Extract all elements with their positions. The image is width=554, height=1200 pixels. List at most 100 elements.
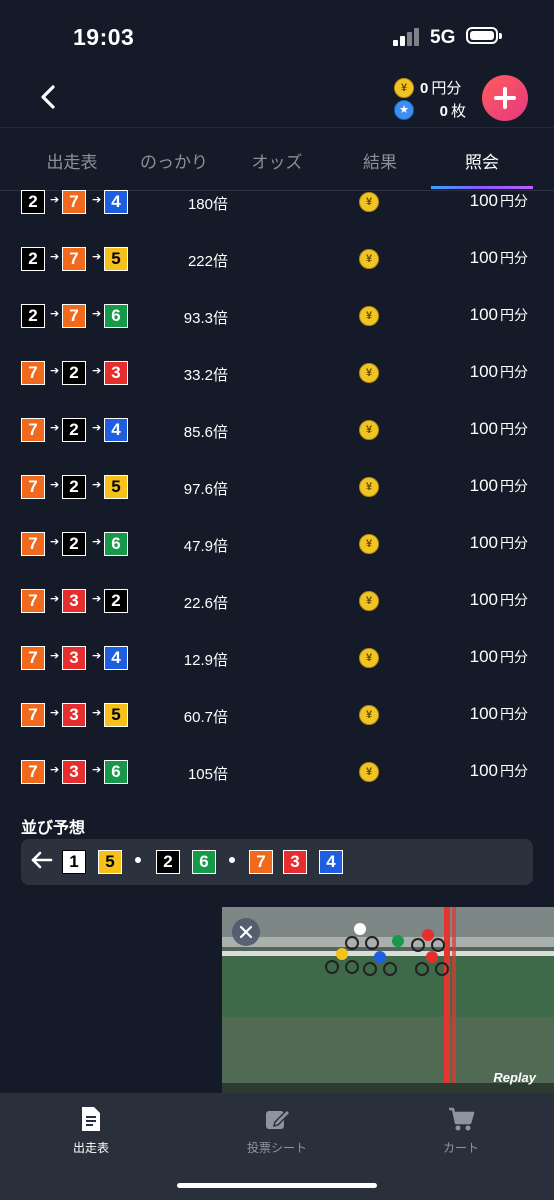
bet-row[interactable]: 7 ➔ 3 ➔ 4 12.9倍 ¥100 円分 [0,646,554,703]
odds-value: 222倍 [187,253,228,270]
back-chevron-icon[interactable] [34,82,64,112]
odds-value: 93.3倍 [183,310,228,327]
bike-number-box: 7 [21,361,45,385]
line-prediction-box[interactable]: 1 5 2 6 7 3 4 [21,839,533,885]
yen-balance: 0 円分 [420,80,462,97]
battery-icon [466,27,502,44]
bet-row[interactable]: 7 ➔ 2 ➔ 5 97.6倍 ¥100 円分 [0,475,554,532]
arrow-right-icon: ➔ [92,308,102,320]
line-number-5: 5 [98,850,122,874]
bike-number-box: 2 [62,532,86,556]
amount-unit: 円分 [500,592,528,608]
tab-inquiry[interactable]: 照会 [427,148,537,173]
line-number-4: 4 [319,850,343,874]
bet-amount: 100 円分 [440,704,528,724]
yen-coin-icon: ¥ [359,534,379,554]
bike-number-box: 3 [104,361,128,385]
nav-bet-sheet[interactable]: 投票シート [207,1093,347,1163]
bet-row[interactable]: 7 ➔ 2 ➔ 3 33.2倍 ¥100 円分 [0,361,554,418]
yen-coin-icon: ¥ [359,762,379,782]
edit-sheet-icon [266,1108,291,1129]
bet-amount: 100 円分 [440,305,528,325]
bike-number-box: 3 [62,703,86,727]
amount-unit: 円分 [500,649,528,665]
bet-row[interactable]: 7 ➔ 3 ➔ 6 105倍 ¥100 円分 [0,760,554,817]
bike-number-box: 5 [104,247,128,271]
bet-row[interactable]: 2 ➔ 7 ➔ 6 93.3倍 ¥100 円分 [0,304,554,361]
amount-value: 100 [469,191,498,210]
race-video-player[interactable]: Replay [222,907,554,1093]
bet-amount: 100 円分 [440,476,528,496]
bet-amount: 100 円分 [440,590,528,610]
amount-unit: 円分 [500,421,528,437]
amount-unit: 円分 [500,478,528,494]
arrow-right-icon: ➔ [50,536,60,548]
close-icon [239,925,253,939]
yen-coin-icon: ¥ [359,306,379,326]
yen-coin-icon: ¥ [359,249,379,269]
bet-row[interactable]: 7 ➔ 3 ➔ 2 22.6倍 ¥100 円分 [0,589,554,646]
odds-value: 105倍 [187,766,228,783]
nav-cart[interactable]: カート [391,1093,531,1163]
bet-row[interactable]: 7 ➔ 2 ➔ 4 85.6倍 ¥100 円分 [0,418,554,475]
arrow-right-icon: ➔ [92,365,102,377]
odds-value: 47.9倍 [183,538,228,555]
bike-number-box: 7 [21,532,45,556]
tab-results[interactable]: 結果 [325,148,435,173]
bike-number-box: 2 [62,475,86,499]
bike-number-box: 2 [62,418,86,442]
tab-entry-list[interactable]: 出走表 [17,148,127,173]
bike-number-box: 7 [21,760,45,784]
add-funds-button[interactable] [482,75,528,121]
bike-number-box: 5 [104,703,128,727]
active-tab-indicator [431,186,533,189]
tab-nokkari[interactable]: のっかり [119,148,229,173]
cellular-signal-icon [393,28,423,46]
bike-number-box: 2 [62,361,86,385]
bike-number-box: 4 [104,190,128,214]
tab-odds[interactable]: オッズ [222,148,332,173]
arrow-right-icon: ➔ [50,479,60,491]
arrow-right-icon: ➔ [50,308,60,320]
bike-number-box: 7 [21,475,45,499]
replay-label: Replay [493,1070,536,1085]
home-indicator [177,1183,377,1188]
tab-bar: 出走表 のっかり オッズ 結果 照会 [0,127,554,191]
bike-number-box: 7 [21,418,45,442]
bike-number-box: 7 [21,646,45,670]
bet-amount: 100 円分 [440,419,528,439]
status-time: 19:03 [73,24,135,50]
arrow-right-icon: ➔ [92,194,102,206]
amount-value: 100 [469,533,498,552]
arrow-right-icon: ➔ [50,707,60,719]
bike-number-box: 2 [21,304,45,328]
arrow-right-icon: ➔ [50,593,60,605]
bike-number-box: 7 [62,247,86,271]
bet-amount: 100 円分 [440,248,528,268]
arrow-right-icon: ➔ [50,764,60,776]
bet-amount: 100 円分 [440,533,528,553]
line-number-3: 3 [283,850,307,874]
bet-row[interactable]: 7 ➔ 2 ➔ 6 47.9倍 ¥100 円分 [0,532,554,589]
yen-coin-icon: ¥ [359,477,379,497]
arrow-right-icon: ➔ [92,707,102,719]
close-video-button[interactable] [232,918,260,946]
nav-label: 投票シート [246,1141,307,1155]
amount-value: 100 [469,305,498,324]
arrow-right-icon: ➔ [50,365,60,377]
bike-number-box: 3 [62,646,86,670]
bet-row[interactable]: 2 ➔ 7 ➔ 5 222倍 ¥100 円分 [0,247,554,304]
bike-number-box: 6 [104,532,128,556]
bike-number-box: 4 [104,418,128,442]
bike-number-box: 7 [21,703,45,727]
ticket-balance: 0枚 [439,103,466,120]
arrow-right-icon: ➔ [92,536,102,548]
yen-coin-icon: ¥ [394,78,414,98]
bike-number-box: 5 [104,475,128,499]
bet-row[interactable]: 2 ➔ 7 ➔ 4 180倍 ¥100 円分 [0,190,554,247]
line-number-1: 1 [62,850,86,874]
bet-amount: 100 円分 [440,362,528,382]
nav-entry-list[interactable]: 出走表 [21,1093,161,1163]
bet-row[interactable]: 7 ➔ 3 ➔ 5 60.7倍 ¥100 円分 [0,703,554,760]
star-ticket-icon: ★ [394,100,414,120]
